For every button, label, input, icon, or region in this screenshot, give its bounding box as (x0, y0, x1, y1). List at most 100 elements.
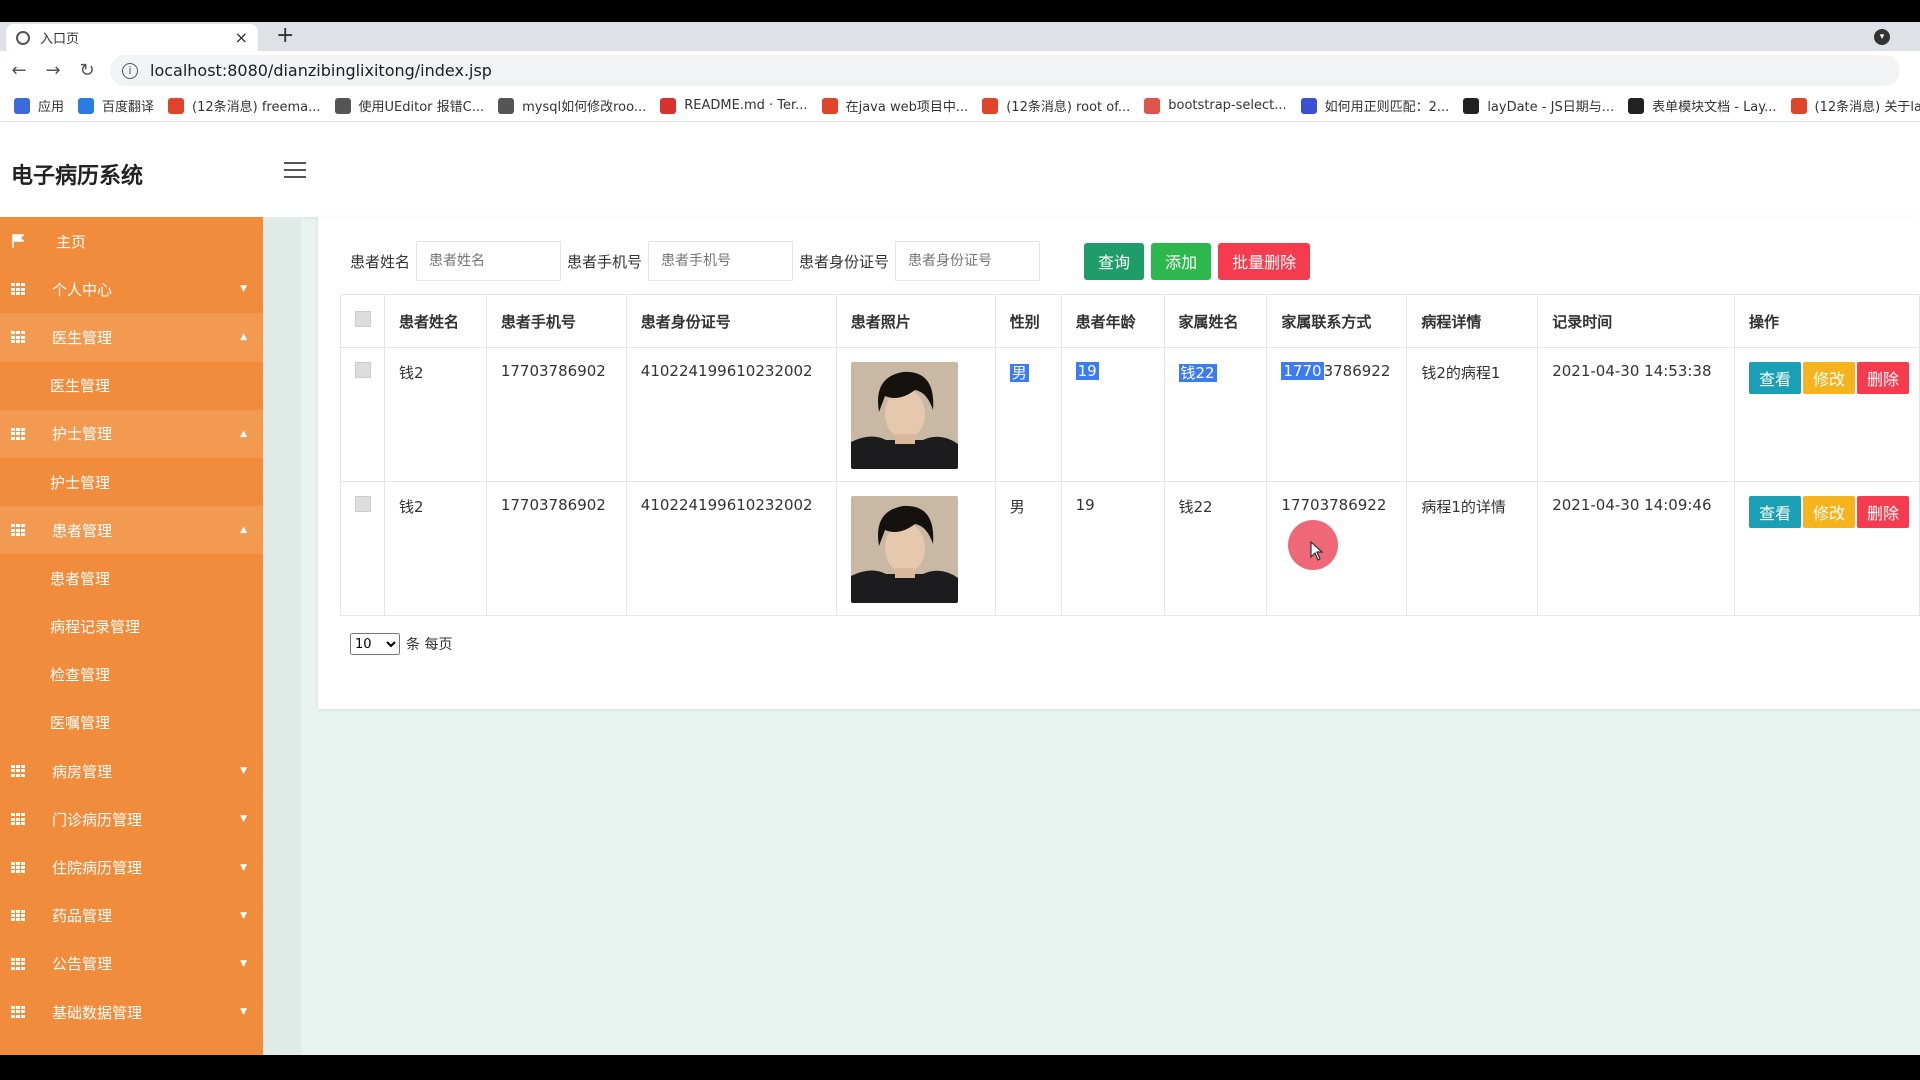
menu-toggle-icon[interactable] (284, 162, 306, 178)
table-cell: 钱22 (1163, 347, 1268, 482)
back-icon[interactable]: ← (4, 60, 34, 81)
patient-name-input[interactable] (416, 241, 562, 281)
new-tab-icon[interactable]: + (276, 24, 294, 48)
sidebar-item[interactable]: 病房管理 ▼ (0, 747, 263, 796)
per-page-text: 条 每页 (406, 637, 453, 653)
gitee-icon (660, 97, 677, 114)
sidebar-item[interactable]: 个人中心 ▼ (0, 265, 263, 314)
caret-icon: ▼ (240, 862, 247, 873)
close-tab-icon[interactable]: × (235, 28, 248, 47)
bookmark-item[interactable]: (12条消息) 关于la (1790, 96, 1920, 115)
select-all-cell (340, 294, 385, 348)
patient-id-card: 410224199610232002 (640, 362, 813, 380)
row-checkbox[interactable] (355, 496, 371, 512)
add-button[interactable]: 添加 (1151, 242, 1212, 280)
url-text: localhost:8080/dianzibinglixitong/index.… (150, 61, 492, 80)
sidebar-item[interactable]: 患者管理 (0, 554, 263, 603)
bookmark-label: bootstrap-select... (1168, 98, 1287, 113)
bookmark-item[interactable]: 如何用正则匹配：2... (1300, 96, 1449, 115)
row-checkbox[interactable] (355, 362, 371, 378)
layui-icon (1628, 97, 1645, 114)
edit-button[interactable]: 修改 (1803, 362, 1856, 394)
apps-grid-icon (14, 97, 30, 114)
bookmark-label: 使用UEditor 报错C... (358, 100, 485, 115)
table-row[interactable]: 钱2 17703786902 410224199610232002 男 19 钱22 177… (340, 481, 1920, 616)
sidebar-item-label: 患者管理 (50, 569, 111, 588)
query-button[interactable]: 查询 (1084, 242, 1145, 280)
browser-tab[interactable]: 入口页 × (6, 24, 258, 51)
bookmark-item[interactable]: layDate - JS日期与... (1463, 96, 1614, 115)
delete-button[interactable]: 删除 (1857, 496, 1910, 528)
sidebar-item[interactable]: 住院病历管理 ▼ (0, 843, 263, 892)
table-cell: 19 (1060, 481, 1165, 616)
record-time: 2021-04-30 14:53:38 (1552, 362, 1712, 380)
forward-icon[interactable]: → (38, 60, 68, 81)
bookmark-item[interactable]: 在java web项目中... (821, 96, 968, 115)
sidebar-item[interactable]: 基础数据管理 ▼ (0, 988, 263, 1037)
sidebar-item[interactable]: 公告管理 ▼ (0, 939, 263, 988)
sidebar-item[interactable]: 医生管理 (0, 361, 263, 410)
bookmark-item[interactable]: README.md · Ter... (660, 97, 808, 114)
sidebar-item[interactable]: 护士管理 (0, 457, 263, 507)
bookmark-item[interactable]: 应用 (14, 96, 64, 115)
col-header: 患者手机号 (485, 294, 627, 348)
grid-icon (11, 1006, 25, 1018)
sidebar-item[interactable]: 医生管理 ▲ (0, 313, 263, 362)
sidebar-item[interactable]: 护士管理 ▲ (0, 409, 263, 458)
csdn-icon (821, 97, 838, 114)
patient-id-input[interactable] (895, 241, 1041, 281)
patient-name: 钱2 (398, 498, 424, 516)
sidebar-item[interactable]: 药品管理 ▼ (0, 891, 263, 940)
sidebar-item[interactable]: 病程记录管理 (0, 602, 263, 651)
grid-icon (11, 957, 25, 970)
bookmark-label: 百度翻译 (102, 100, 155, 115)
bookmark-item[interactable]: mysql如何修改roo... (498, 96, 646, 115)
table-cell (340, 481, 385, 616)
csdn-icon (1790, 97, 1807, 114)
bookmark-label: 应用 (38, 100, 65, 115)
record-time: 2021-04-30 14:09:46 (1552, 496, 1712, 514)
edit-button[interactable]: 修改 (1803, 496, 1856, 528)
view-button[interactable]: 查看 (1749, 496, 1802, 528)
family-phone: 3786922 (1323, 362, 1391, 380)
baidu-paw-icon (1300, 97, 1317, 114)
tab-title: 入口页 (40, 32, 80, 47)
batch-delete-button[interactable]: 批量删除 (1218, 242, 1311, 280)
bookmark-item[interactable]: (12条消息) freema... (168, 96, 321, 115)
sidebar-item[interactable]: 主页 (0, 217, 263, 265)
view-button[interactable]: 查看 (1749, 362, 1802, 394)
csdn-icon (982, 97, 999, 114)
sidebar-item[interactable]: 门诊病历管理 ▼ (0, 795, 263, 844)
address-bar[interactable]: i localhost:8080/dianzibinglixitong/inde… (110, 55, 1900, 86)
sidebar-item[interactable]: 患者管理 ▲ (0, 506, 263, 555)
delete-button[interactable]: 删除 (1857, 362, 1910, 394)
page-size-select[interactable]: 10 (350, 633, 400, 655)
sidebar-item-label: 主页 (56, 232, 87, 251)
sidebar-item-label: 病程记录管理 (50, 618, 141, 637)
patient-phone-input[interactable] (648, 241, 794, 281)
sidebar: 主页个人中心 ▼ 医生管理 ▲ 医生管理 护士管理 ▲ 护士管理患者管理 ▲ 患者管理病程记录管理… (0, 217, 263, 1055)
reload-icon[interactable]: ↻ (72, 60, 102, 81)
sidebar-item-label: 门诊病历管理 (52, 810, 143, 829)
bookmark-item[interactable]: (12条消息) root of... (982, 96, 1130, 115)
site-info-icon[interactable]: i (122, 62, 138, 79)
table-row[interactable]: 钱2 17703786902 410224199610232002 男 19 钱22 177… (340, 347, 1920, 482)
bookmark-item[interactable]: 使用UEditor 报错C... (334, 96, 485, 115)
family-name: 钱22 (1178, 498, 1213, 516)
sidebar-item-label: 患者管理 (52, 521, 113, 540)
sidebar-item[interactable]: 检查管理 (0, 650, 263, 699)
bookmark-item[interactable]: 百度翻译 (78, 96, 154, 115)
patient-age: 19 (1075, 362, 1099, 380)
select-all-checkbox[interactable] (355, 311, 371, 327)
table-cell: 2021-04-30 14:09:46 (1537, 481, 1736, 616)
tab-search-icon[interactable]: ▾ (1874, 29, 1890, 45)
flag-icon (12, 234, 24, 249)
sidebar-item-label: 病房管理 (52, 762, 113, 781)
sidebar-item[interactable]: 医嘱管理 (0, 698, 263, 748)
bookmark-item[interactable]: 表单模块文档 - Lay... (1628, 96, 1777, 115)
caret-icon: ▲ (240, 525, 247, 536)
row-actions: 查看 修改 删除 (1749, 362, 1919, 394)
bookmark-item[interactable]: bootstrap-select... (1144, 97, 1287, 114)
table-cell (340, 347, 385, 482)
ueditor-icon (334, 97, 351, 114)
